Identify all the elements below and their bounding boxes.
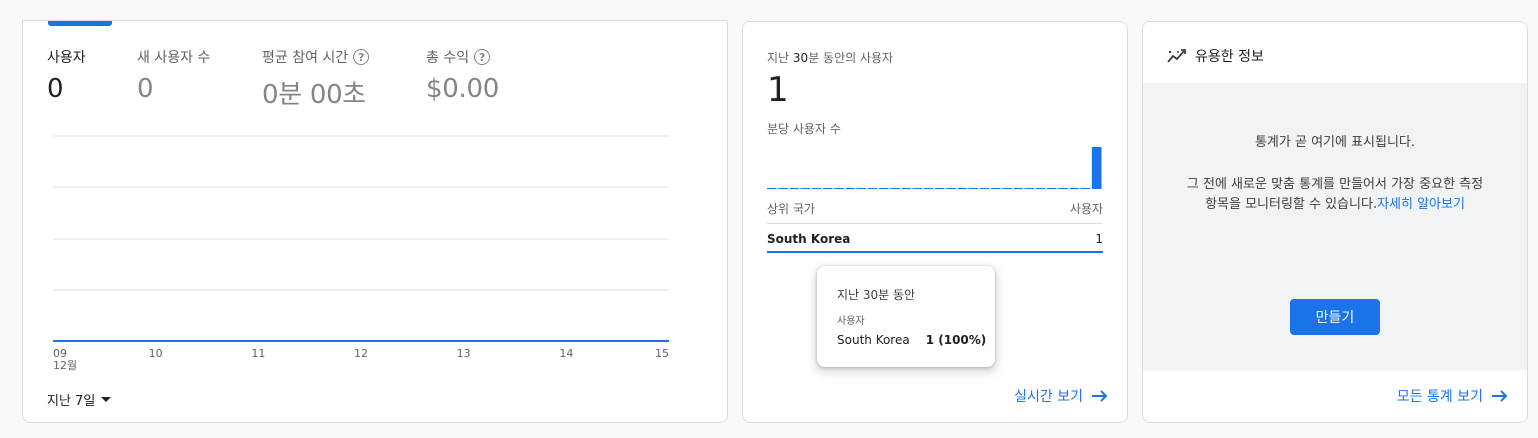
tooltip-row: South Korea 1 (100%)	[837, 333, 986, 347]
country-column-header: 상위 국가	[767, 202, 815, 216]
country-row[interactable]: South Korea 1	[767, 232, 1103, 253]
per-minute-bar[interactable]	[890, 188, 900, 189]
arrow-right-icon	[1091, 389, 1109, 403]
per-minute-bar[interactable]	[912, 188, 923, 189]
per-minute-bar[interactable]	[1013, 188, 1024, 189]
per-minute-bar[interactable]	[935, 188, 945, 189]
x-tick-label: 15	[655, 347, 669, 360]
date-range-label: 지난 7일	[47, 394, 96, 409]
country-tooltip: 지난 30분 동안 사용자 South Korea 1 (100%)	[817, 266, 995, 367]
per-minute-bar[interactable]	[1047, 188, 1057, 189]
per-minute-bar[interactable]	[800, 188, 811, 189]
tooltip-metric: 사용자	[837, 316, 865, 327]
per-minute-bar[interactable]	[1069, 188, 1080, 189]
per-minute-bar[interactable]	[1058, 188, 1068, 189]
insights-message-2a: 그 전에 새로운 맞춤 통계를 만들어서 가장 중요한 측정	[1186, 177, 1484, 192]
per-minute-bar[interactable]	[968, 188, 979, 189]
per-minute-bar[interactable]	[867, 188, 878, 189]
view-all-insights-label: 모든 통계 보기	[1396, 389, 1483, 405]
per-minute-bar[interactable]	[879, 188, 889, 189]
per-minute-bar[interactable]	[1080, 188, 1091, 189]
insights-message-2: 그 전에 새로운 맞춤 통계를 만들어서 가장 중요한 측정 항목을 모니터링할…	[1143, 175, 1527, 215]
x-tick-label: 14	[559, 347, 573, 360]
tooltip-value: 1 (100%)	[925, 333, 987, 347]
overview-card: 사용자 0 새 사용자 수 0 평균 참여 시간 ? 0분 00초 총 수익 ?…	[22, 20, 728, 423]
realtime-user-count: 1	[767, 70, 789, 110]
insights-title: 유용한 정보	[1195, 49, 1264, 65]
x-tick-label: 12	[354, 347, 368, 360]
insights-message-1: 통계가 곧 여기에 표시됩니다.	[1254, 135, 1416, 150]
insights-message-2b-row: 항목을 모니터링할 수 있습니다.자세히 알아보기	[1143, 195, 1527, 215]
per-minute-bar[interactable]	[1035, 188, 1046, 189]
per-minute-label: 분당 사용자 수	[767, 122, 841, 136]
create-insight-button[interactable]: 만들기	[1290, 299, 1380, 335]
users-line-chart: 09 10 11 12 13 14 1512월	[53, 135, 669, 372]
per-minute-bar[interactable]	[923, 188, 934, 189]
per-minute-bar[interactable]	[1091, 147, 1102, 189]
view-realtime-link[interactable]: 실시간 보기	[1014, 386, 1109, 406]
arrow-right-icon	[1491, 389, 1509, 403]
per-minute-bar[interactable]	[1002, 188, 1012, 189]
per-minute-bar[interactable]	[946, 188, 956, 189]
per-minute-bar[interactable]	[789, 188, 800, 189]
per-minute-bar[interactable]	[834, 188, 844, 189]
insights-message-2b: 항목을 모니터링할 수 있습니다.	[1205, 197, 1378, 212]
tooltip-country: South Korea	[837, 333, 910, 347]
per-minute-bar[interactable]	[979, 188, 990, 189]
per-minute-bar[interactable]	[1024, 188, 1035, 189]
x-tick-label: 13	[457, 347, 471, 360]
insights-header: 유용한 정보	[1167, 46, 1264, 66]
x-tick-label: 11	[251, 347, 265, 360]
view-realtime-label: 실시간 보기	[1014, 389, 1083, 405]
insights-card: 유용한 정보 통계가 곧 여기에 표시됩니다. 그 전에 새로운 맞춤 통계를 …	[1142, 21, 1528, 423]
per-minute-bar[interactable]	[778, 188, 788, 189]
per-minute-bar[interactable]	[901, 188, 912, 189]
x-tick-label: 10	[149, 347, 163, 360]
per-minute-bar[interactable]	[845, 188, 856, 189]
view-all-insights-link[interactable]: 모든 통계 보기	[1397, 386, 1509, 406]
insights-body: 통계가 곧 여기에 표시됩니다. 그 전에 새로운 맞춤 통계를 만들어서 가장…	[1143, 83, 1527, 370]
per-minute-bar[interactable]	[811, 188, 822, 189]
x-month-label: 12월	[53, 359, 77, 372]
tooltip-title: 지난 30분 동안	[837, 288, 916, 302]
per-minute-bar[interactable]	[957, 188, 968, 189]
insights-trend-icon	[1167, 48, 1187, 64]
per-minute-bar[interactable]	[767, 188, 777, 189]
per-minute-bar-chart	[767, 147, 1102, 189]
caret-down-icon	[101, 397, 112, 402]
country-users: 1	[1095, 232, 1103, 246]
realtime-title: 지난 30분 동안의 사용자	[767, 51, 894, 65]
per-minute-bar[interactable]	[823, 188, 833, 189]
per-minute-bar[interactable]	[991, 188, 1001, 189]
learn-more-link[interactable]: 자세히 알아보기	[1377, 197, 1465, 212]
date-range-dropdown[interactable]: 지난 7일	[47, 390, 112, 409]
top-countries-header: 상위 국가 사용자	[767, 200, 1103, 224]
users-column-header: 사용자	[1069, 202, 1103, 216]
country-name: South Korea	[767, 232, 851, 246]
per-minute-bar[interactable]	[856, 188, 867, 189]
